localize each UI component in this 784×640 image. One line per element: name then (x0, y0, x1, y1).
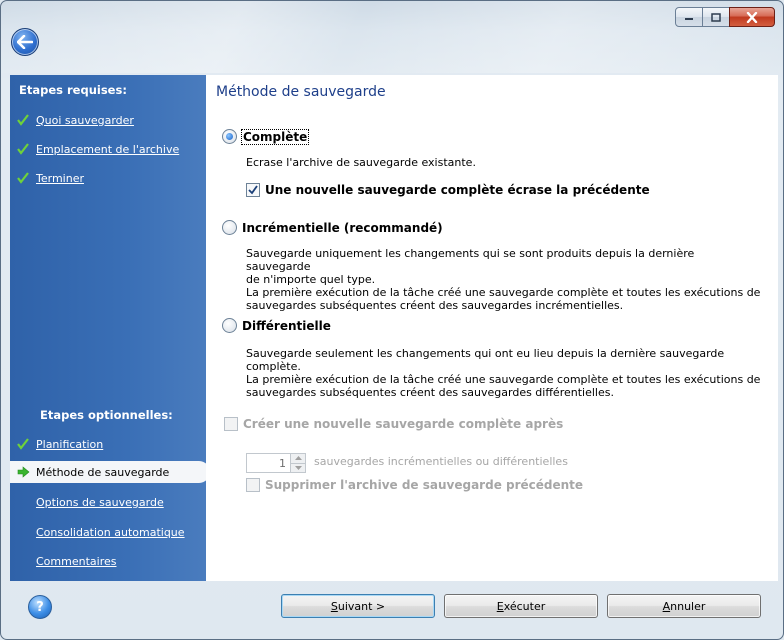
sidebar-item-label[interactable]: Commentaires (36, 555, 116, 568)
checkbox-delete-previous[interactable]: Supprimer l'archive de sauvegarde précéd… (246, 478, 583, 492)
checkmark-icon (16, 171, 30, 185)
radio-label: Différentielle (242, 318, 331, 333)
sidebar-item-consolidation[interactable]: Consolidation automatique (10, 521, 206, 543)
sidebar-item-label[interactable]: Consolidation automatique (36, 526, 185, 539)
next-button[interactable]: Suivant > (281, 594, 435, 618)
sidebar-item-label[interactable]: Quoi sauvegarder (36, 114, 134, 127)
option-description: Sauvegarde seulement les changements qui… (246, 347, 761, 399)
radio-button-icon (222, 318, 237, 333)
chevron-up-icon (294, 456, 302, 461)
checkmark-icon (16, 113, 30, 127)
stepper-up-button[interactable] (291, 454, 305, 463)
main-content: Méthode de sauvegarde Complète Ecrase l'… (206, 75, 778, 581)
radio-incremental[interactable]: Incrémentielle (recommandé) (222, 220, 443, 235)
sidebar-item-quoi-sauvegarder[interactable]: Quoi sauvegarder (10, 109, 206, 131)
radio-button-icon (222, 129, 237, 144)
page-title: Méthode de sauvegarde (216, 84, 386, 100)
checkbox-new-full-after[interactable]: Créer une nouvelle sauvegarde complète a… (224, 417, 563, 431)
checkbox-label: Supprimer l'archive de sauvegarde précéd… (265, 478, 584, 492)
radio-button-icon (222, 220, 237, 235)
stepper-suffix: sauvegardes incrémentielles ou différent… (314, 455, 568, 468)
checkbox-label: Une nouvelle sauvegarde complète écrase … (265, 183, 650, 197)
wizard-window: Etapes requises: Quoi sauvegarder Emplac… (0, 0, 784, 640)
count-stepper[interactable]: 1 (246, 453, 306, 473)
radio-complete[interactable]: Complète (222, 128, 310, 145)
arrow-right-icon (16, 465, 30, 479)
required-steps-heading: Etapes requises: (19, 83, 127, 97)
sidebar-item-planification[interactable]: Planification (10, 433, 206, 455)
back-button[interactable] (11, 28, 39, 56)
sidebar-item-label[interactable]: Options de sauvegarde (36, 496, 164, 509)
checkbox-unchecked-icon (224, 417, 238, 431)
window-controls (675, 7, 775, 27)
checkbox-label: Créer une nouvelle sauvegarde complète a… (243, 417, 564, 431)
radio-label: Incrémentielle (recommandé) (242, 220, 443, 235)
sidebar-item-options-sauvegarde[interactable]: Options de sauvegarde (10, 491, 206, 513)
arrow-left-icon (17, 35, 33, 49)
option-description: Sauvegarde uniquement les changements qu… (246, 247, 761, 312)
cancel-button[interactable]: Annuler (607, 594, 761, 618)
sidebar-item-label[interactable]: Emplacement de l'archive (36, 143, 179, 156)
checkbox-overwrite-full[interactable]: Une nouvelle sauvegarde complète écrase … (246, 183, 650, 197)
maximize-button[interactable] (702, 7, 730, 27)
stepper-down-button[interactable] (291, 462, 305, 472)
sidebar-item-label[interactable]: Planification (36, 438, 103, 451)
sidebar-item-emplacement[interactable]: Emplacement de l'archive (10, 138, 206, 160)
checkbox-checked-icon (246, 183, 260, 197)
close-button[interactable] (729, 7, 775, 27)
minimize-button[interactable] (675, 7, 703, 27)
radio-label: Complète (240, 128, 310, 145)
sidebar-item-terminer[interactable]: Terminer (10, 167, 206, 189)
stepper-value: 1 (279, 456, 286, 470)
close-icon (746, 11, 758, 23)
checkbox-unchecked-icon (246, 478, 260, 492)
checkmark-icon (16, 437, 30, 451)
checkmark-icon (16, 142, 30, 156)
help-icon[interactable]: ? (28, 595, 52, 619)
maximize-icon (711, 12, 721, 22)
sidebar-item-label: Méthode de sauvegarde (36, 465, 170, 479)
minimize-icon (685, 18, 693, 20)
title-bar (1, 1, 783, 73)
execute-button[interactable]: Exécuter (444, 594, 598, 618)
radio-differential[interactable]: Différentielle (222, 318, 331, 333)
sidebar-item-commentaires[interactable]: Commentaires (10, 550, 206, 572)
button-bar: ? Suivant > Exécuter Annuler (10, 581, 778, 633)
option-description: Ecrase l'archive de sauvegarde existante… (246, 156, 476, 169)
wizard-steps-sidebar: Etapes requises: Quoi sauvegarder Emplac… (10, 75, 210, 581)
chevron-down-icon (294, 465, 302, 470)
sidebar-item-label[interactable]: Terminer (36, 172, 84, 185)
sidebar-item-methode-sauvegarde[interactable]: Méthode de sauvegarde (10, 461, 210, 483)
